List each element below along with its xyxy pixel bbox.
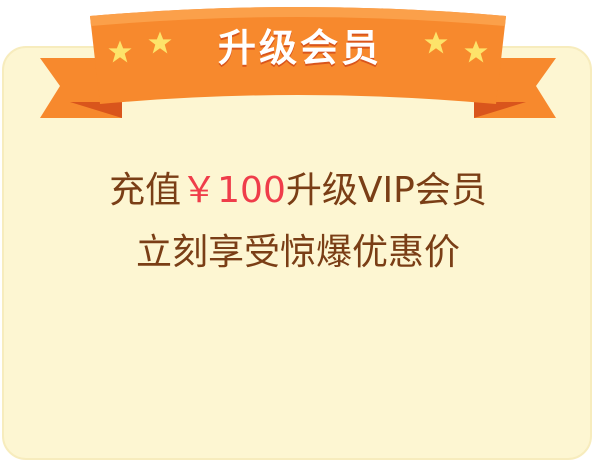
offer-price: ￥100	[181, 170, 286, 211]
offer-line-1: 充值￥100升级VIP会员	[0, 160, 596, 222]
offer-prefix: 充值	[109, 170, 182, 211]
offer-suffix: 升级VIP会员	[285, 170, 487, 211]
offer-line-2: 立刻享受惊爆优惠价	[135, 232, 460, 273]
banner-title: 升级会员	[217, 25, 382, 70]
upgrade-card-stage: 升级会员 充值￥100升级VIP会员 立刻享受惊爆优惠价	[0, 0, 596, 464]
offer-message: 充值￥100升级VIP会员 立刻享受惊爆优惠价	[0, 160, 596, 284]
